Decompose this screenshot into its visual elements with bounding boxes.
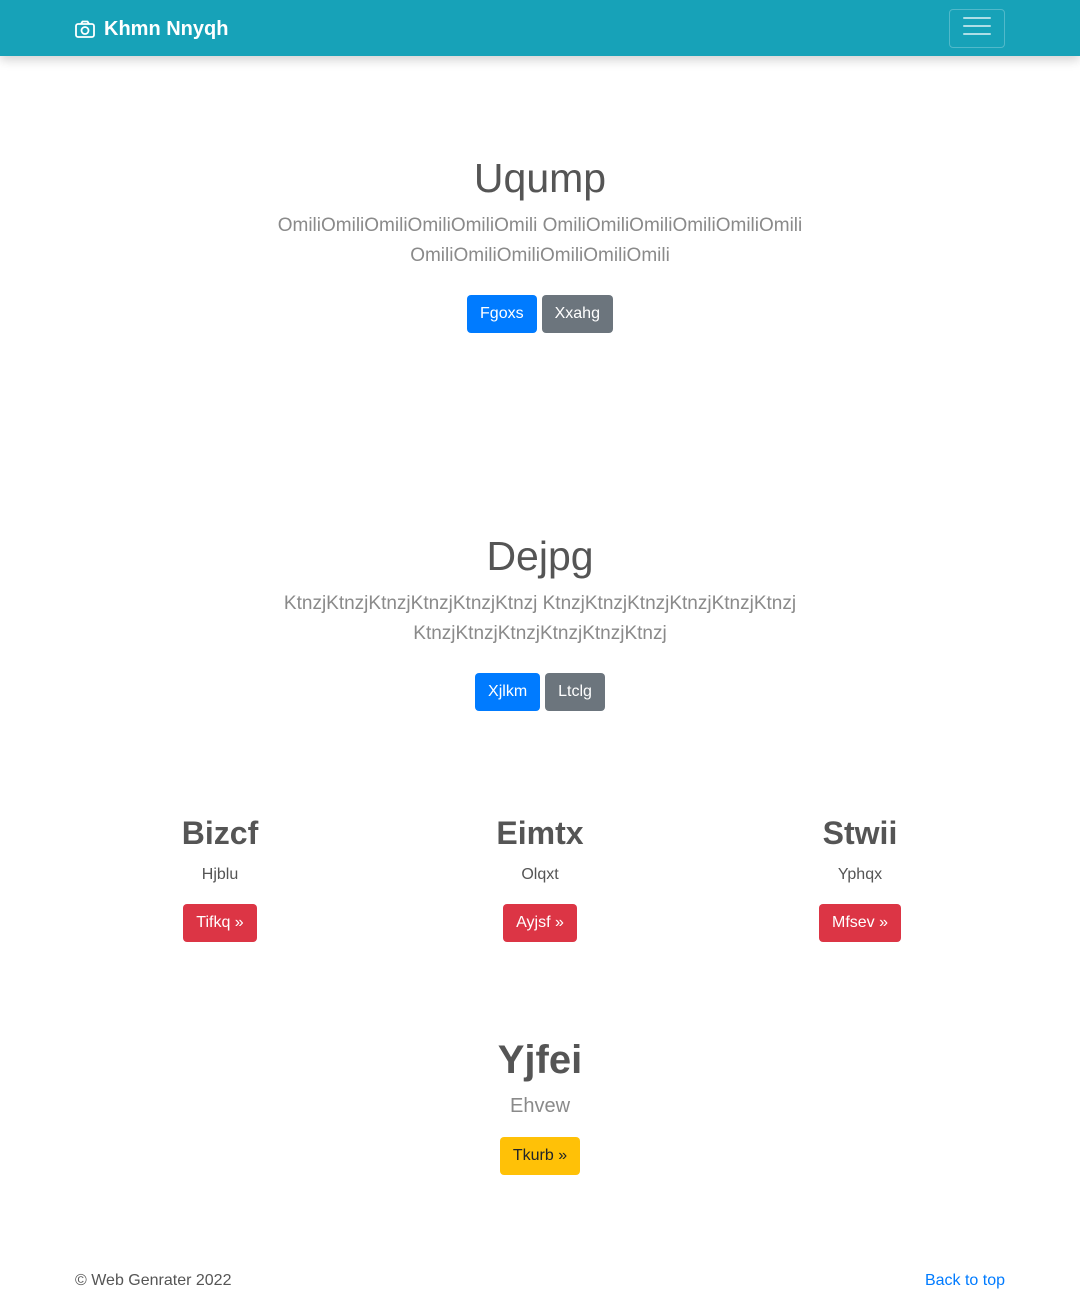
footer-copyright: © Web Genrater 2022 xyxy=(75,1272,232,1289)
column-title: Eimtx xyxy=(496,815,584,851)
hero-title: Dejpg xyxy=(486,533,594,579)
hero-text: OmiliOmiliOmiliOmiliOmiliOmili OmiliOmil… xyxy=(277,215,803,266)
hero-secondary-button[interactable]: Xxahg xyxy=(541,295,613,333)
hero-buttons: Fgoxs Xxahg xyxy=(0,295,1080,333)
column-button-row: Mfsev » xyxy=(700,904,1020,942)
column-text: Yphqx xyxy=(837,866,883,883)
column-button[interactable]: Tifkq » xyxy=(183,904,257,942)
hero-section-1: Uqump OmiliOmiliOmiliOmiliOmiliOmili Omi… xyxy=(0,155,1080,333)
hero-primary-button[interactable]: Fgoxs xyxy=(467,295,537,333)
feature-section: Yjfei Ehvew Tkurb » xyxy=(0,1037,1080,1175)
feature-button[interactable]: Tkurb » xyxy=(499,1137,581,1175)
navbar: Khmn Nnyqh xyxy=(0,0,1080,56)
column-card: Eimtx Olqxt Ayjsf » xyxy=(380,813,700,942)
column-text: Hjblu xyxy=(201,866,239,883)
brand-name: Khmn Nnyqh xyxy=(104,17,229,40)
hero-text: KtnzjKtnzjKtnzjKtnzjKtnzjKtnzj KtnzjKtnz… xyxy=(283,593,797,644)
column-title: Stwii xyxy=(822,815,898,851)
hamburger-menu-icon xyxy=(963,15,991,42)
navbar-toggler-button[interactable] xyxy=(949,9,1005,48)
hero-section-2: Dejpg KtnzjKtnzjKtnzjKtnzjKtnzjKtnzj Ktn… xyxy=(0,533,1080,711)
column-text: Olqxt xyxy=(521,866,559,883)
brand-link[interactable]: Khmn Nnyqh xyxy=(75,16,228,42)
column-card: Stwii Yphqx Mfsev » xyxy=(700,813,1020,942)
feature-title: Yjfei xyxy=(497,1038,583,1082)
column-card: Bizcf Hjblu Tifkq » xyxy=(60,813,380,942)
feature-text: Ehvew xyxy=(509,1095,571,1117)
back-to-top-link[interactable]: Back to top xyxy=(925,1270,1005,1292)
hero-secondary-button[interactable]: Ltclg xyxy=(545,673,605,711)
camera-icon xyxy=(75,20,95,38)
column-button-row: Tifkq » xyxy=(60,904,380,942)
column-button[interactable]: Mfsev » xyxy=(818,904,901,942)
column-button-row: Ayjsf » xyxy=(380,904,700,942)
hero-title: Uqump xyxy=(473,155,607,201)
hero-buttons: Xjlkm Ltclg xyxy=(0,673,1080,711)
column-button[interactable]: Ayjsf » xyxy=(503,904,577,942)
feature-button-row: Tkurb » xyxy=(0,1137,1080,1175)
hero-primary-button[interactable]: Xjlkm xyxy=(475,673,541,711)
column-title: Bizcf xyxy=(181,815,259,851)
